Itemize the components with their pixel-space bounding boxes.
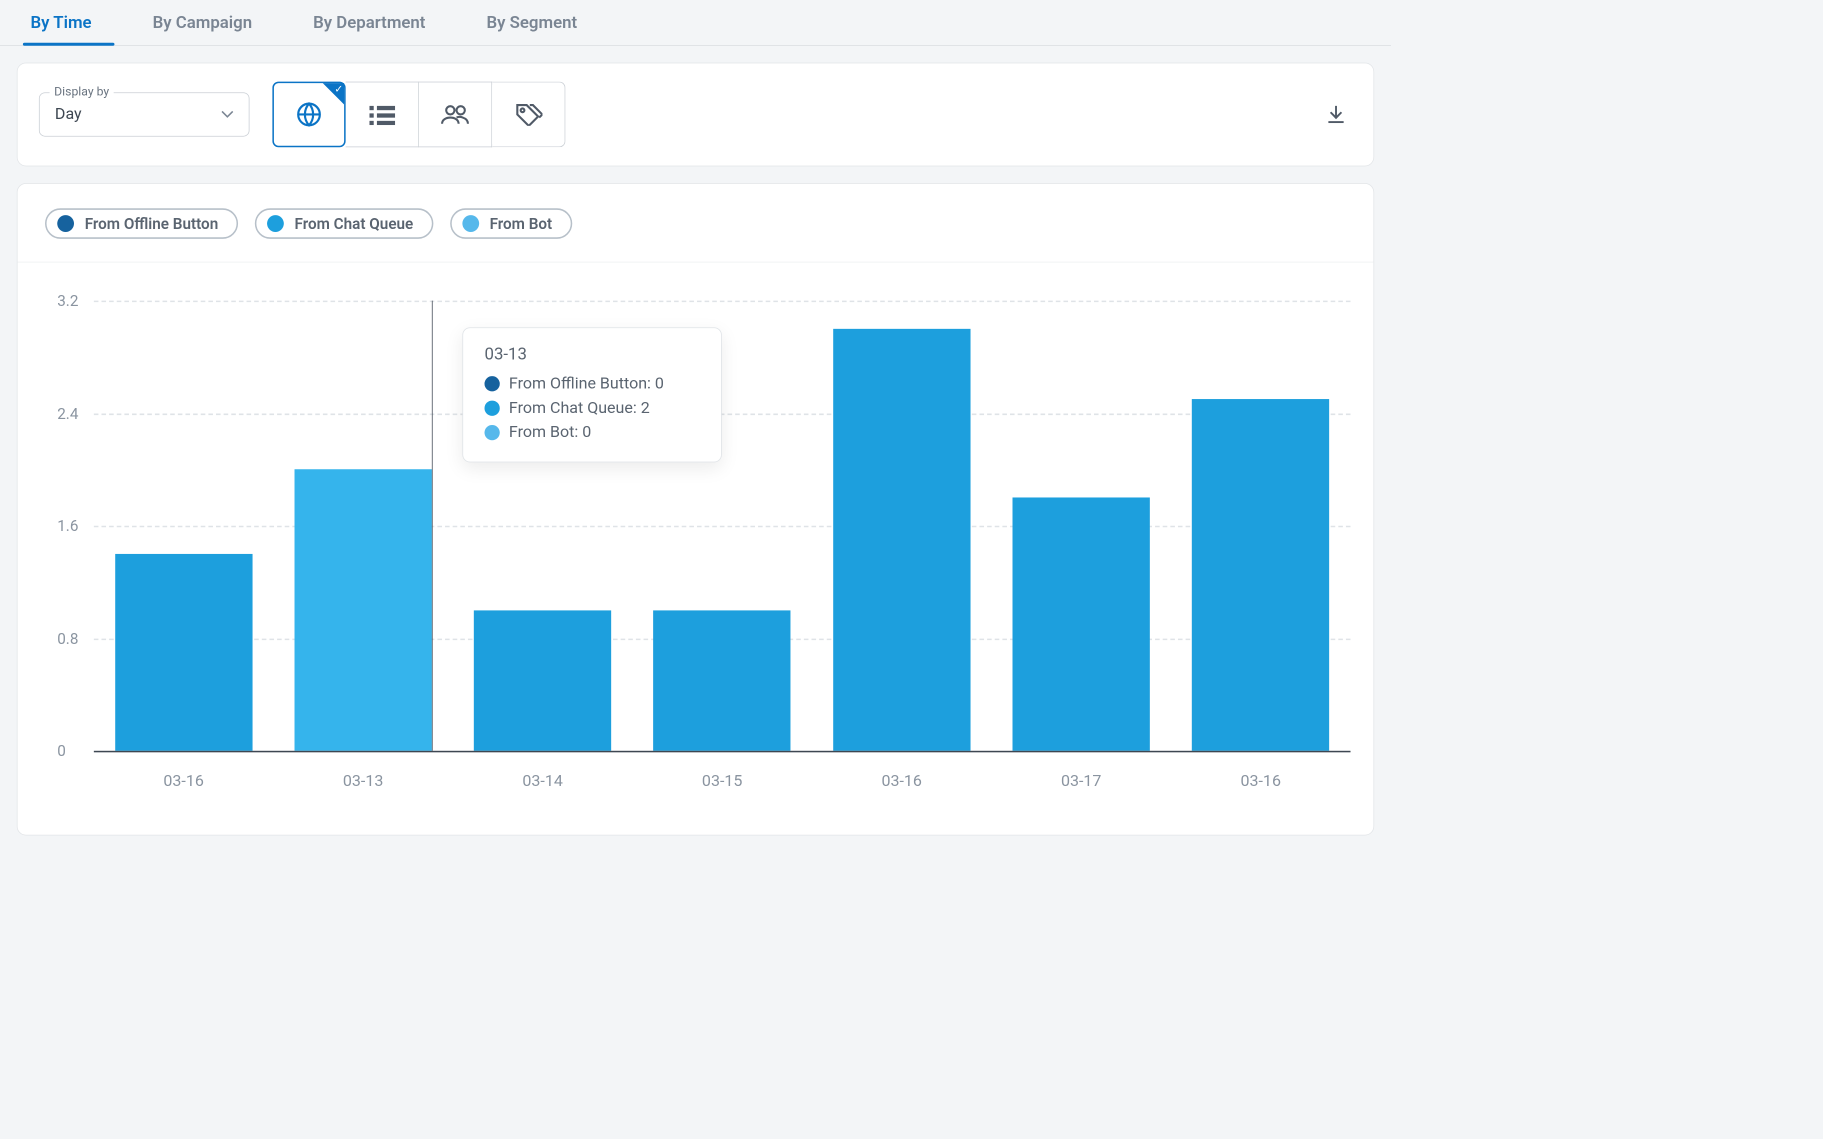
tab-label: By Segment: [486, 14, 577, 33]
tab-by-campaign[interactable]: By Campaign: [153, 0, 252, 45]
people-icon: [441, 104, 470, 125]
tooltip-text: From Bot: 0: [509, 423, 591, 441]
report-tabs: By Time By Campaign By Department By Seg…: [0, 0, 1391, 46]
x-axis-tick: 03-16: [163, 772, 203, 790]
chart-hover-line: [432, 301, 433, 751]
y-axis-tick: 1.6: [57, 517, 78, 535]
view-list-button[interactable]: [346, 82, 419, 148]
x-axis-tick: 03-16: [1240, 772, 1280, 790]
x-axis-tick: 03-14: [522, 772, 562, 790]
tooltip-row: From Bot: 0: [485, 420, 700, 444]
view-tag-button[interactable]: [492, 82, 565, 148]
chart-bar[interactable]: [1192, 399, 1329, 751]
tab-label: By Department: [313, 14, 425, 33]
list-icon: [369, 104, 395, 125]
view-globe-button[interactable]: ✓: [272, 82, 345, 148]
x-axis-tick: 03-17: [1061, 772, 1101, 790]
view-people-button[interactable]: [419, 82, 492, 148]
chart-card: From Offline Button From Chat Queue From…: [17, 183, 1374, 835]
download-icon: [1325, 103, 1348, 126]
legend-dot-icon: [267, 215, 284, 232]
y-axis-tick: 0.8: [57, 629, 78, 647]
tab-by-time[interactable]: By Time: [31, 0, 92, 45]
tooltip-text: From Offline Button: 0: [509, 375, 664, 393]
tooltip-row: From Chat Queue: 2: [485, 396, 700, 420]
tab-label: By Time: [31, 14, 92, 33]
legend-chip-queue[interactable]: From Chat Queue: [255, 208, 433, 239]
chart-plot: 03-16 03-13 03-14 03-15 03-16 03-17 03-16 03-1…: [18, 262, 1374, 811]
tooltip-dot-icon: [485, 401, 500, 416]
tooltip-row: From Offline Button: 0: [485, 372, 700, 396]
chart-bar[interactable]: [294, 469, 431, 750]
chart-bar[interactable]: [833, 329, 970, 751]
tab-by-department[interactable]: By Department: [313, 0, 425, 45]
globe-icon: [296, 101, 322, 127]
tooltip-dot-icon: [485, 376, 500, 391]
tab-by-segment[interactable]: By Segment: [486, 0, 577, 45]
legend-dot-icon: [462, 215, 479, 232]
display-by-label: Display by: [50, 84, 114, 98]
tooltip-text: From Chat Queue: 2: [509, 399, 650, 417]
chart-bar[interactable]: [474, 610, 611, 751]
view-mode-group: ✓: [272, 82, 565, 148]
display-by-field: Display by Day: [39, 92, 250, 136]
y-axis-tick: 0: [57, 742, 66, 760]
legend-chip-offline[interactable]: From Offline Button: [45, 208, 238, 239]
display-by-value: Day: [55, 105, 82, 123]
legend-label: From Offline Button: [85, 214, 219, 232]
y-axis-tick: 3.2: [57, 291, 78, 309]
legend-chip-bot[interactable]: From Bot: [450, 208, 572, 239]
chevron-down-icon: [221, 111, 233, 119]
chart-bar[interactable]: [1013, 498, 1150, 751]
tab-label: By Campaign: [153, 14, 252, 33]
y-axis-tick: 2.4: [57, 404, 78, 422]
chart-legend: From Offline Button From Chat Queue From…: [18, 184, 1374, 263]
legend-dot-icon: [57, 215, 74, 232]
x-axis-tick: 03-15: [702, 772, 742, 790]
download-button[interactable]: [1320, 98, 1352, 130]
display-by-select[interactable]: Day: [39, 92, 250, 136]
chart-bar[interactable]: [653, 610, 790, 751]
legend-label: From Chat Queue: [295, 214, 414, 232]
tooltip-title: 03-13: [485, 345, 700, 364]
chart-bar[interactable]: [115, 554, 252, 751]
chart-tooltip: 03-13 From Offline Button: 0 From Chat Qu…: [462, 327, 721, 462]
check-icon: ✓: [334, 84, 343, 95]
toolbar-card: Display by Day ✓: [17, 63, 1374, 167]
tag-icon: [515, 103, 542, 126]
tooltip-dot-icon: [485, 425, 500, 440]
x-axis-tick: 03-16: [881, 772, 921, 790]
legend-label: From Bot: [490, 214, 553, 232]
x-axis-tick: 03-13: [343, 772, 383, 790]
